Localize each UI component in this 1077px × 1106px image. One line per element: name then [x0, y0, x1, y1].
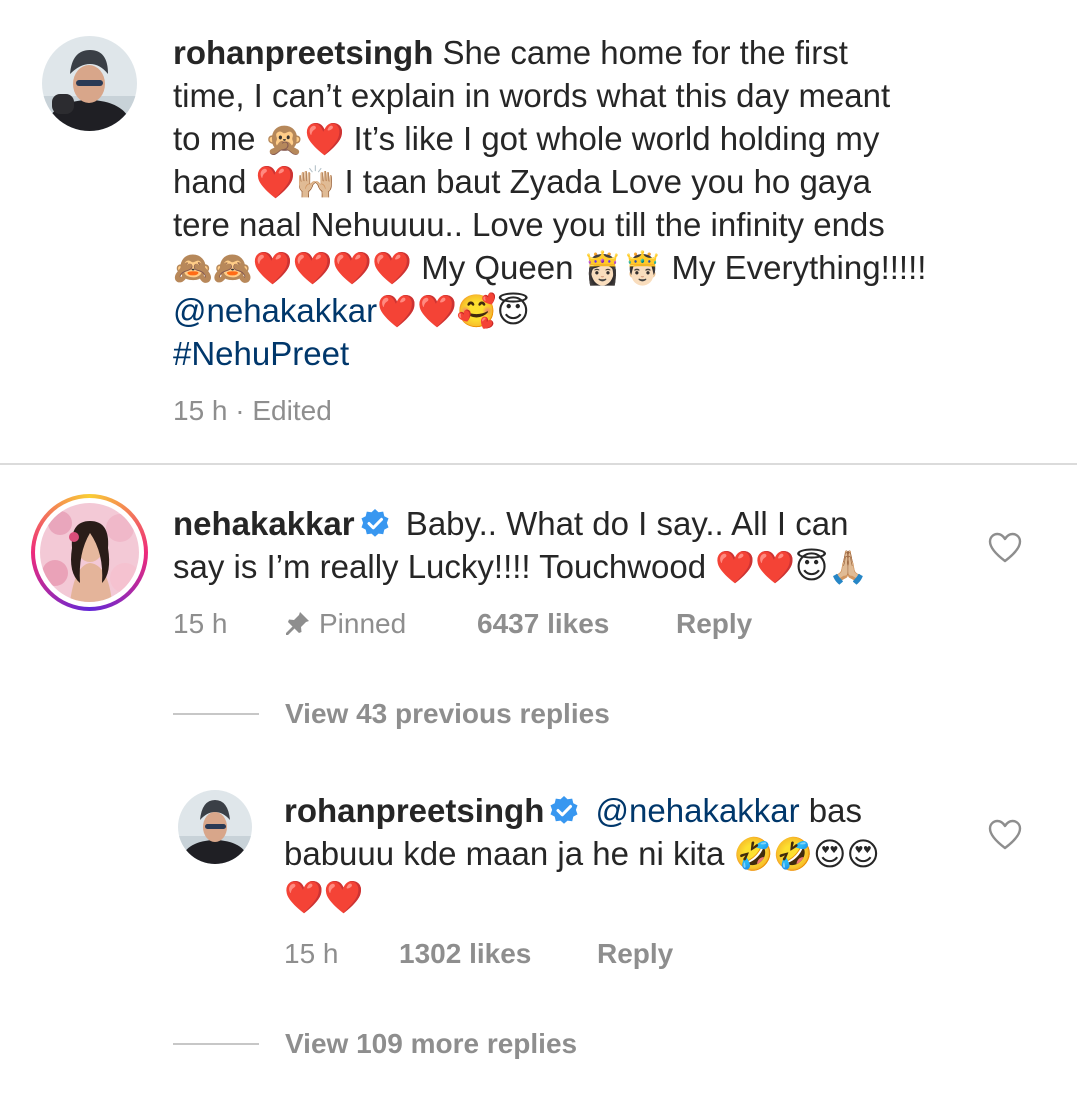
reply-line-2: babuuu kde maan ja he ni kita — [284, 835, 734, 872]
reply-avatar[interactable] — [178, 790, 252, 864]
caption-line-1: She came home for the first — [433, 34, 848, 71]
thread-line-more — [173, 1043, 259, 1045]
reply-like-heart-icon[interactable] — [988, 819, 1022, 851]
caption-text: rohanpreetsingh She came home for the fi… — [173, 31, 1043, 375]
caption-line-3a: to me — [173, 120, 265, 157]
reply-text: rohanpreetsingh @nehakakkar bas babuuu k… — [284, 789, 964, 918]
reply-emoji-2: 🤣🤣😍😍 — [733, 836, 880, 872]
comment-text: nehakakkar Baby.. What do I say.. All I … — [173, 502, 963, 588]
caption-emoji-6: 🙈🙈❤️❤️❤️❤️ — [173, 250, 413, 286]
caption-line-5: tere naal Nehuuuu.. Love you till the in… — [173, 206, 885, 243]
caption-emoji-3: 🙊❤️ — [264, 121, 345, 157]
like-heart-icon[interactable] — [988, 532, 1022, 564]
caption-line-6a: My Queen — [412, 249, 583, 286]
comment-reply-button[interactable]: Reply — [676, 608, 752, 640]
comment-avatar[interactable] — [40, 503, 139, 602]
pinned-label: Pinned — [285, 608, 406, 640]
comment-line-2: say is I’m really Lucky!!!! Touchwood — [173, 548, 716, 585]
reply-reply-button[interactable]: Reply — [597, 938, 673, 970]
caption-mention-emoji: ❤️❤️🥰😇 — [377, 293, 530, 329]
king-emoji: 🤴🏻 — [622, 250, 663, 286]
caption-line-6c: My Everything!!!!! — [662, 249, 927, 286]
caption-line-3b: It’s like I got whole world holding my — [344, 120, 880, 157]
reply-verified-badge-icon — [550, 796, 578, 824]
reply-username[interactable]: rohanpreetsingh — [284, 792, 544, 829]
queen-emoji: 👸🏻 — [582, 250, 623, 286]
story-ring[interactable] — [31, 494, 148, 611]
caption-hashtag[interactable]: #NehuPreet — [173, 335, 349, 372]
caption-divider — [0, 463, 1077, 465]
caption-line-4b: I taan baut Zyada Love you ho gaya — [335, 163, 871, 200]
reply-mention[interactable]: @nehakakkar — [586, 792, 800, 829]
caption-line-2: time, I can’t explain in words what this… — [173, 77, 891, 114]
view-more-replies[interactable]: View 109 more replies — [285, 1028, 577, 1060]
pinned-text: Pinned — [319, 608, 407, 639]
comment-username[interactable]: nehakakkar — [173, 505, 355, 542]
verified-badge-icon — [361, 509, 389, 537]
view-previous-replies[interactable]: View 43 previous replies — [285, 698, 610, 730]
caption-avatar[interactable] — [42, 36, 137, 131]
comment-time: 15 h — [173, 608, 228, 639]
caption-line-4a: hand — [173, 163, 256, 200]
comment-likes[interactable]: 6437 likes — [477, 608, 609, 640]
reply-emoji-3: ❤️❤️ — [284, 879, 364, 915]
reply-likes[interactable]: 1302 likes — [399, 938, 531, 970]
thread-line — [173, 713, 259, 715]
comment-line-1: Baby.. What do I say.. All I can — [396, 505, 849, 542]
pin-icon — [286, 612, 309, 635]
reply-time: 15 h — [284, 938, 339, 969]
comment-emoji: ❤️❤️😇🙏🏼 — [715, 549, 869, 585]
caption-emoji-4: ❤️🙌🏼 — [255, 164, 336, 200]
reply-line-1: bas — [799, 792, 863, 829]
caption-meta: 15 h · Edited — [173, 395, 332, 426]
caption-username[interactable]: rohanpreetsingh — [173, 34, 433, 71]
caption-mention[interactable]: @nehakakkar — [173, 292, 377, 329]
